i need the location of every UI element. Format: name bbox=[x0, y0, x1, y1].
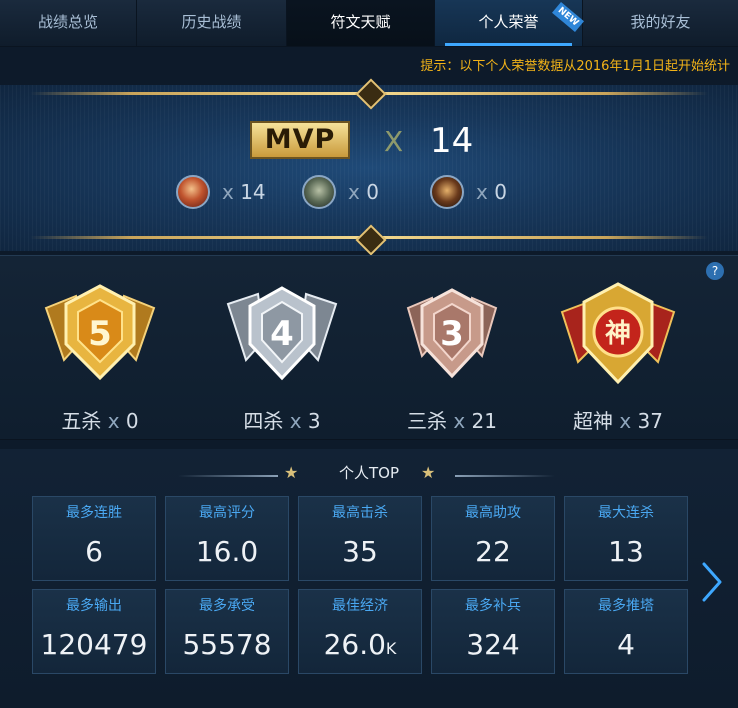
stat-card: 最大连杀 13 bbox=[564, 496, 688, 581]
multiplier: x bbox=[476, 180, 488, 204]
quadra-kill-medal-icon: 4 bbox=[226, 286, 338, 381]
medal-count: 0 bbox=[125, 409, 139, 433]
tab-bar: 战绩总览 历史战绩 符文天赋 个人荣誉 我的好友 bbox=[0, 0, 738, 47]
stat-title: 最多承受 bbox=[199, 598, 255, 614]
stat-value: 13 bbox=[565, 535, 687, 568]
medal-label: 五杀 x 0 bbox=[20, 405, 180, 434]
stat-number: 26.0 bbox=[323, 628, 386, 661]
stat-number: 55578 bbox=[182, 628, 272, 661]
stat-card: 最多连胜 6 bbox=[32, 496, 156, 581]
stat-number: 35 bbox=[342, 535, 378, 568]
stat-card: 最高评分 16.0 bbox=[165, 496, 289, 581]
stat-title: 最高评分 bbox=[199, 505, 255, 521]
tab-label: 我的好友 bbox=[630, 13, 691, 31]
count-value: 14 bbox=[240, 180, 266, 204]
multiplier: x bbox=[619, 409, 632, 433]
stat-card: 最多承受 55578 bbox=[165, 589, 289, 674]
stat-title: 最大连杀 bbox=[598, 505, 654, 521]
stat-card: 最高助攻 22 bbox=[431, 496, 555, 581]
stat-title: 最多输出 bbox=[66, 598, 122, 614]
hero-mvp-count: x 0 bbox=[476, 180, 507, 204]
tab-history[interactable]: 历史战绩 bbox=[137, 0, 287, 46]
stat-number: 4 bbox=[617, 628, 635, 661]
medal-name: 三杀 bbox=[406, 409, 447, 433]
godlike-medal-icon: 神 bbox=[560, 282, 676, 385]
multiplier: x bbox=[222, 180, 234, 204]
stat-number: 6 bbox=[85, 535, 103, 568]
stat-number: 22 bbox=[475, 535, 511, 568]
stat-number: 16.0 bbox=[195, 535, 259, 568]
multiplier: x bbox=[348, 180, 360, 204]
tab-runes[interactable]: 符文天赋 bbox=[287, 0, 435, 46]
stat-title: 最多补兵 bbox=[465, 598, 521, 614]
stat-card: 最多输出 120479 bbox=[32, 589, 156, 674]
help-icon[interactable]: ? bbox=[706, 262, 724, 280]
stat-number: 120479 bbox=[40, 628, 148, 661]
stats-hint: 提示：以下个人荣誉数据从2016年1月1日起开始统计 bbox=[420, 59, 730, 74]
stat-card: 最多推塔 4 bbox=[564, 589, 688, 674]
triple-kill-medal-icon: 3 bbox=[406, 288, 498, 379]
stat-value: 35 bbox=[299, 535, 421, 568]
medal-label: 三杀 x 21 bbox=[372, 405, 532, 434]
medal-quadra-kill: 4 四杀 x 3 bbox=[202, 278, 362, 433]
stat-number: 13 bbox=[608, 535, 644, 568]
hero-mvp-count: x 14 bbox=[222, 180, 266, 204]
count-value: 0 bbox=[494, 180, 507, 204]
stat-value: 324 bbox=[432, 628, 554, 661]
multiplier: x bbox=[453, 409, 466, 433]
stat-title: 最高助攻 bbox=[465, 505, 521, 521]
mvp-badge: MVP bbox=[250, 121, 350, 159]
medal-glyph: 4 bbox=[270, 314, 294, 354]
count-value: 0 bbox=[366, 180, 379, 204]
medal-penta-kill: 5 五杀 x 0 bbox=[20, 278, 180, 433]
stat-unit: K bbox=[385, 639, 397, 658]
medal-label: 四杀 x 3 bbox=[202, 405, 362, 434]
medal-label: 超神 x 37 bbox=[538, 405, 698, 434]
tab-label: 战绩总览 bbox=[37, 13, 98, 31]
stat-card: 最高击杀 35 bbox=[298, 496, 422, 581]
stat-value: 4 bbox=[565, 628, 687, 661]
stat-title: 最多推塔 bbox=[598, 598, 654, 614]
personal-top-title: 个人TOP bbox=[338, 464, 399, 482]
medal-godlike: 神 超神 x 37 bbox=[538, 278, 698, 433]
penta-kill-medal-icon: 5 bbox=[44, 284, 156, 381]
tab-friends[interactable]: 我的好友 bbox=[583, 0, 738, 46]
mvp-count: 14 bbox=[430, 121, 474, 161]
chevron-right-icon[interactable] bbox=[700, 562, 724, 602]
personal-top-grid: 最多连胜 6 最高评分 16.0 最高击杀 35 最高助攻 22 最大连杀 13… bbox=[32, 496, 688, 686]
hero-portrait-icon bbox=[430, 175, 464, 209]
hero-portrait-icon bbox=[176, 175, 210, 209]
stat-value: 55578 bbox=[166, 628, 288, 661]
medal-name: 五杀 bbox=[61, 409, 102, 433]
tab-label: 符文天赋 bbox=[330, 13, 391, 31]
mvp-multiplier: X bbox=[384, 125, 404, 158]
stat-value: 26.0K bbox=[299, 628, 421, 661]
medal-name: 四杀 bbox=[243, 409, 284, 433]
medal-glyph: 5 bbox=[88, 314, 112, 354]
medal-count: 3 bbox=[307, 409, 321, 433]
medal-count: 21 bbox=[471, 409, 497, 433]
medal-triple-kill: 3 三杀 x 21 bbox=[372, 278, 532, 433]
multiplier: x bbox=[289, 409, 302, 433]
hero-mvp-count: x 0 bbox=[348, 180, 379, 204]
medal-name: 超神 bbox=[572, 409, 613, 433]
stat-title: 最高击杀 bbox=[332, 505, 388, 521]
stat-title: 最佳经济 bbox=[332, 598, 388, 614]
stat-number: 324 bbox=[466, 628, 520, 661]
tab-label: 历史战绩 bbox=[181, 13, 242, 31]
stat-title: 最多连胜 bbox=[66, 505, 122, 521]
medal-glyph: 神 bbox=[605, 319, 631, 349]
stat-card: 最佳经济 26.0K bbox=[298, 589, 422, 674]
hero-portrait-icon bbox=[302, 175, 336, 209]
stat-value: 16.0 bbox=[166, 535, 288, 568]
medal-glyph: 3 bbox=[440, 314, 464, 354]
tab-label: 个人荣誉 bbox=[478, 13, 539, 31]
tab-overview[interactable]: 战绩总览 bbox=[0, 0, 137, 46]
stat-card: 最多补兵 324 bbox=[431, 589, 555, 674]
stat-value: 120479 bbox=[33, 628, 155, 661]
stat-value: 6 bbox=[33, 535, 155, 568]
stat-value: 22 bbox=[432, 535, 554, 568]
medal-count: 37 bbox=[637, 409, 663, 433]
multiplier: x bbox=[107, 409, 120, 433]
